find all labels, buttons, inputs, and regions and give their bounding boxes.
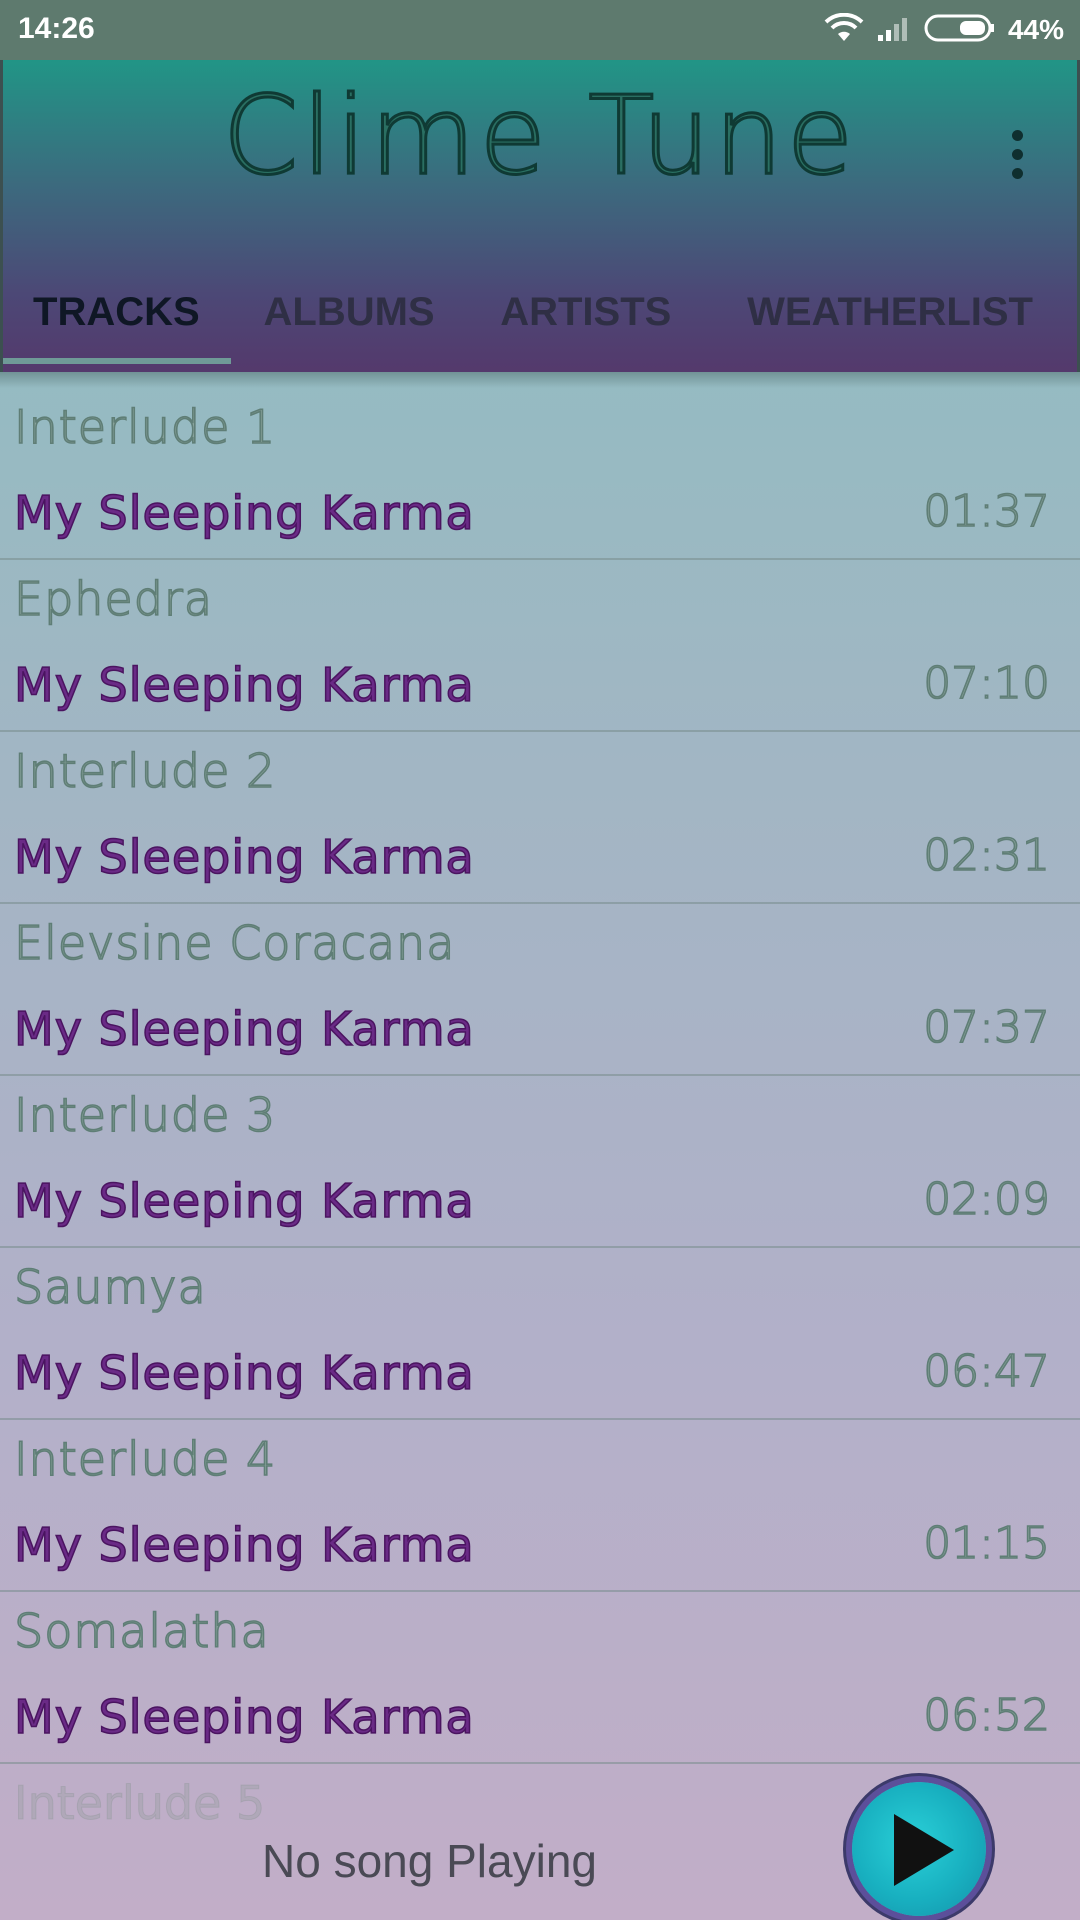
track-artist: My Sleeping Karma — [13, 829, 475, 885]
now-playing-text: No song Playing — [262, 1835, 597, 1887]
track-duration: 07:37 — [922, 1001, 1050, 1054]
app-header: Clime Tune TRACKS ALBUMS ARTISTS WEATHER… — [0, 60, 1080, 372]
tab-artists[interactable]: ARTISTS — [468, 260, 703, 364]
track-artist: My Sleeping Karma — [13, 1689, 475, 1745]
track-duration: 02:31 — [922, 829, 1050, 882]
wifi-icon — [824, 12, 864, 47]
track-title: Interlude 1 — [13, 399, 277, 455]
track-title: Interlude 4 — [13, 1431, 277, 1487]
track-title: Ephedra — [13, 571, 214, 627]
track-duration: 02:09 — [922, 1173, 1050, 1226]
track-row[interactable]: Interlude 2 My Sleeping Karma 02:31 — [0, 732, 1080, 904]
track-duration: 01:15 — [922, 1517, 1050, 1570]
header-shadow — [0, 372, 1080, 388]
more-vert-icon — [1011, 129, 1023, 141]
more-vert-icon-dot — [1011, 148, 1023, 160]
tab-label: WEATHERLIST — [747, 289, 1033, 334]
track-artist: My Sleeping Karma — [13, 1173, 475, 1229]
track-artist: My Sleeping Karma — [13, 1517, 475, 1573]
track-artist: My Sleeping Karma — [13, 1345, 475, 1401]
track-artist: My Sleeping Karma — [13, 1001, 475, 1057]
track-row[interactable]: Somalatha My Sleeping Karma 06:52 — [0, 1592, 1080, 1764]
track-row[interactable]: Ephedra My Sleeping Karma 07:10 — [0, 560, 1080, 732]
tab-label: TRACKS — [33, 289, 200, 334]
play-icon — [894, 1814, 954, 1886]
play-button[interactable] — [852, 1782, 986, 1916]
track-duration: 06:52 — [922, 1689, 1050, 1742]
tab-tracks[interactable]: TRACKS — [3, 260, 231, 364]
track-row[interactable]: Interlude 4 My Sleeping Karma 01:15 — [0, 1420, 1080, 1592]
track-title: Interlude 3 — [13, 1087, 277, 1143]
app-title: Clime Tune — [221, 73, 858, 201]
track-list: Interlude 1 My Sleeping Karma 01:37 Ephe… — [0, 388, 1080, 1764]
status-icons: 44% — [824, 10, 1064, 50]
tab-bar: TRACKS ALBUMS ARTISTS WEATHERLIST — [3, 260, 1077, 364]
track-title: Saumya — [13, 1259, 207, 1315]
player-bar: No song Playing — [0, 1764, 1080, 1920]
signal-icon — [876, 13, 912, 47]
track-title: Elevsine Coracana — [13, 915, 456, 971]
tab-label: ARTISTS — [500, 289, 672, 334]
track-row[interactable]: Saumya My Sleeping Karma 06:47 — [0, 1248, 1080, 1420]
battery-percent: 44% — [1007, 14, 1064, 45]
track-duration: 07:10 — [922, 657, 1050, 710]
status-time: 14:26 — [18, 12, 95, 45]
more-options-button[interactable] — [997, 114, 1037, 194]
track-duration: 06:47 — [922, 1345, 1050, 1398]
track-row[interactable]: Elevsine Coracana My Sleeping Karma 07:3… — [0, 904, 1080, 1076]
track-duration: 01:37 — [922, 485, 1050, 538]
track-title: Interlude 2 — [13, 743, 277, 799]
track-row[interactable]: Interlude 1 My Sleeping Karma 01:37 — [0, 388, 1080, 560]
tab-albums[interactable]: ALBUMS — [230, 260, 469, 364]
tab-weatherlist[interactable]: WEATHERLIST — [703, 260, 1077, 364]
battery-icon — [924, 13, 996, 47]
track-row[interactable]: Interlude 3 My Sleeping Karma 02:09 — [0, 1076, 1080, 1248]
track-artist: My Sleeping Karma — [13, 485, 475, 541]
track-artist: My Sleeping Karma — [13, 657, 475, 713]
tab-label: ALBUMS — [263, 289, 435, 334]
more-vert-icon-dot — [1011, 167, 1023, 179]
status-bar: 14:26 44% — [0, 0, 1080, 60]
tab-active-indicator — [3, 358, 231, 364]
track-title: Somalatha — [13, 1603, 270, 1659]
